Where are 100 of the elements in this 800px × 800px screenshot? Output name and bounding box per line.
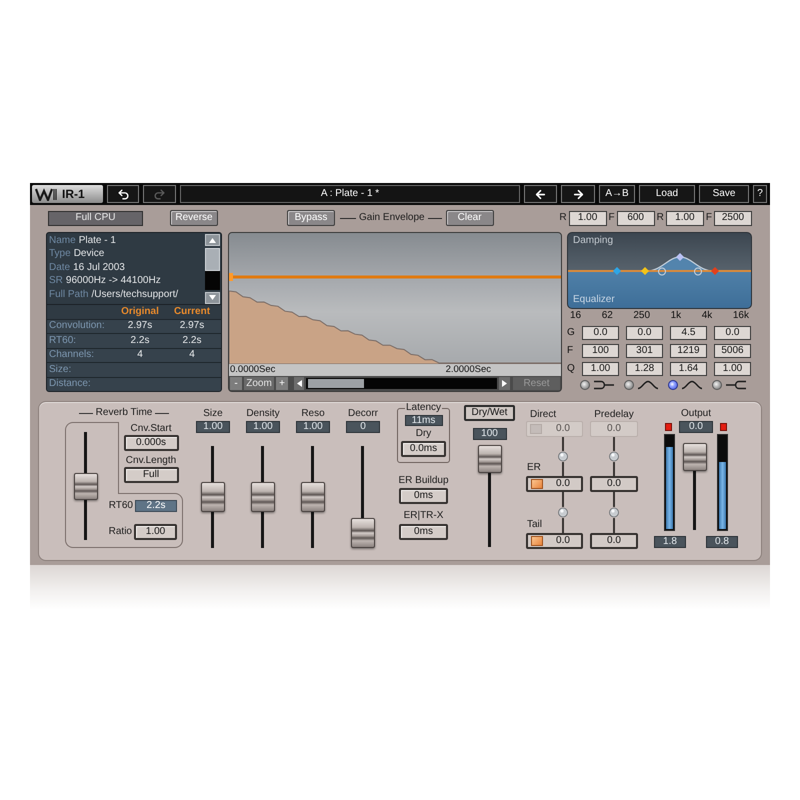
eq-value-field[interactable]: 301: [626, 344, 663, 358]
param-value-button[interactable]: 0ms: [399, 524, 448, 540]
frequency-label: 250: [633, 311, 650, 321]
param-value-button[interactable]: 0ms: [399, 488, 448, 504]
band-marker-icon[interactable]: [613, 267, 621, 275]
eq-value-field[interactable]: 100: [582, 344, 619, 358]
toolbar-button[interactable]: A→B: [599, 185, 635, 203]
fader-thumb[interactable]: [351, 518, 375, 548]
band-marker-icon[interactable]: [676, 253, 684, 261]
frequency-label: 62: [602, 311, 613, 321]
envelope-handle-icon[interactable]: [229, 273, 233, 281]
eq-value-field[interactable]: 0.0: [626, 326, 663, 340]
row-label: Direct: [529, 410, 558, 420]
row-label: Channels:: [48, 350, 96, 360]
param-label: Cnv.Start: [130, 423, 172, 434]
eq-value-field[interactable]: 1219: [670, 344, 707, 358]
damping-value-field[interactable]: 2500: [714, 210, 752, 226]
triangle-right-icon: [502, 380, 507, 387]
damping-value-field[interactable]: 1.00: [568, 210, 607, 226]
enable-toggle[interactable]: [531, 536, 543, 546]
link-knob-icon[interactable]: [609, 437, 619, 476]
fader-thumb[interactable]: [74, 473, 98, 500]
preset-name-field[interactable]: A : Plate - 1 *: [180, 185, 520, 203]
toolbar-button[interactable]: Load: [639, 185, 695, 203]
bypass-button[interactable]: Bypass: [287, 210, 335, 226]
scrollbar-thumb[interactable]: [205, 248, 220, 271]
zoom-out-button[interactable]: -: [230, 377, 242, 390]
band-radio-button[interactable]: [712, 380, 722, 390]
scroll-down-button[interactable]: [205, 292, 220, 304]
toolbar-button[interactable]: ?: [753, 185, 767, 203]
undo-button[interactable]: [107, 185, 139, 203]
predelay-field[interactable]: 0.0: [590, 476, 638, 492]
band-radio-button[interactable]: [668, 380, 678, 390]
logo-icon: [35, 188, 57, 200]
predelay-field[interactable]: 0.0: [590, 533, 638, 549]
previous-preset-button[interactable]: [524, 185, 557, 203]
undo-icon: [116, 188, 130, 200]
fader-label: Decorr: [348, 408, 378, 420]
param-value-button[interactable]: 1.00: [134, 524, 177, 540]
band-handle-icon[interactable]: [658, 268, 666, 276]
toolbar-button[interactable]: Save: [699, 185, 749, 203]
eq-value-field[interactable]: 5006: [714, 344, 751, 358]
eq-value-field[interactable]: 0.0: [582, 326, 619, 340]
row-label: Size:: [48, 364, 72, 375]
dry-wet-button[interactable]: Dry/Wet: [464, 405, 515, 421]
eq-value-field[interactable]: 4.5: [670, 326, 707, 340]
band-radio-button[interactable]: [580, 380, 590, 390]
damping-param-label: F: [608, 213, 615, 223]
scrollbar-track[interactable]: [205, 248, 220, 290]
predelay-field[interactable]: 0.0: [590, 421, 638, 437]
link-knob-icon[interactable]: [609, 492, 619, 533]
param-value-button[interactable]: 0.0ms: [401, 441, 446, 457]
band-handle-icon[interactable]: [694, 268, 702, 276]
scroll-up-button[interactable]: [205, 234, 220, 246]
row-label: Distance:: [48, 379, 92, 390]
enable-toggle[interactable]: [531, 479, 543, 489]
fader-thumb[interactable]: [683, 443, 707, 471]
zoom-in-button[interactable]: +: [276, 377, 288, 390]
gain-envelope-label: Gain Envelope: [359, 213, 425, 223]
scroll-right-button[interactable]: [499, 377, 510, 390]
row-label: ER: [526, 463, 542, 473]
band-marker-icon[interactable]: [641, 267, 649, 275]
damping-value-field[interactable]: 1.00: [666, 210, 704, 226]
clear-button[interactable]: Clear: [446, 210, 494, 226]
next-preset-button[interactable]: [561, 185, 595, 203]
fader-thumb[interactable]: [478, 445, 502, 473]
table-cell-text: 2.2s: [182, 336, 202, 346]
zoom-button[interactable]: Zoom: [244, 377, 274, 390]
fader-thumb[interactable]: [201, 482, 225, 512]
link-knob-icon[interactable]: [558, 437, 568, 476]
scroll-left-button[interactable]: [294, 377, 304, 390]
damping-value-field[interactable]: 600: [616, 210, 655, 226]
scrollbar-thumb[interactable]: [308, 379, 364, 388]
link-knob-icon[interactable]: [558, 492, 568, 533]
low-shelf-icon: [593, 380, 615, 390]
eq-value-field[interactable]: 1.00: [714, 362, 751, 376]
band-radio-button[interactable]: [624, 380, 634, 390]
column-header: Current: [172, 306, 212, 316]
frequency-label: 16: [570, 311, 582, 321]
eq-value-field[interactable]: 0.0: [714, 326, 751, 340]
row-label: Q: [567, 364, 575, 374]
param-value-button[interactable]: Full: [124, 467, 178, 483]
group-title: Output: [680, 408, 712, 419]
fader-thumb[interactable]: [251, 482, 275, 512]
param-label: Cnv.Length: [126, 455, 176, 466]
rt60-display: 2.2s: [135, 500, 177, 512]
column-header: Original: [120, 306, 160, 316]
band-marker-icon[interactable]: [711, 267, 719, 275]
param-label: ER|TR-X: [404, 510, 444, 521]
param-value-button[interactable]: 0.000s: [124, 435, 178, 451]
eq-value-field[interactable]: 1.00: [582, 362, 619, 376]
enable-toggle[interactable]: [530, 424, 542, 434]
gain-value: 0.0: [555, 536, 571, 546]
param-label: Dry: [416, 429, 432, 439]
fader-thumb[interactable]: [301, 482, 325, 512]
eq-value-field[interactable]: 1.64: [670, 362, 707, 376]
eq-value-field[interactable]: 1.28: [626, 362, 663, 376]
reverse-button[interactable]: Reverse: [170, 210, 218, 226]
graph-label: Damping: [572, 235, 614, 247]
full-cpu-button[interactable]: Full CPU: [48, 210, 143, 226]
